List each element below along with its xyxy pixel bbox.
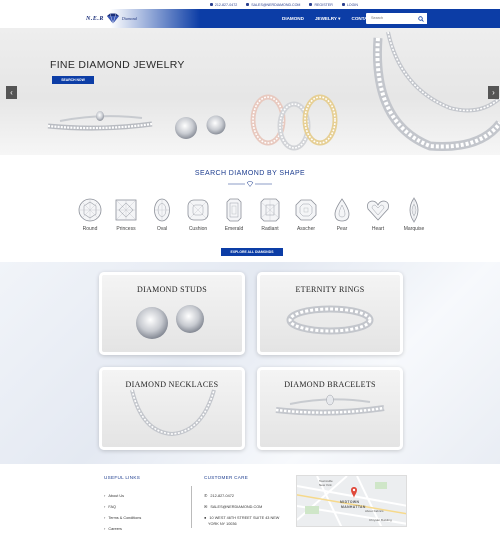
search-box[interactable]: Search	[366, 13, 427, 24]
footer-phone[interactable]: ✆ 212-827-0472	[204, 493, 234, 498]
footer-email[interactable]: ✉ SALES@NERDIAMOND.COM	[204, 504, 262, 509]
chevron-left-icon: ‹	[10, 88, 13, 97]
footer-link-terms[interactable]: › Terms & Conditions	[104, 515, 141, 520]
phone-icon: ✆	[204, 493, 208, 498]
shape-cushion[interactable]: Cushion	[178, 197, 218, 232]
search-button[interactable]	[414, 13, 427, 24]
oval-diamond-icon	[154, 198, 170, 222]
topbar-email[interactable]: SALES@NERDIAMOND.COM	[246, 3, 300, 7]
hero-jewelry-image	[47, 31, 500, 152]
studs-image	[136, 305, 204, 339]
chevron-right-icon: ›	[104, 515, 106, 520]
footer-link-careers[interactable]: › Careers	[104, 526, 122, 531]
necklace-image	[130, 389, 216, 437]
shape-round[interactable]: Round	[70, 197, 110, 232]
chevron-right-icon: ›	[104, 504, 106, 509]
site-header: N.E.R Diamond DIAMOND JEWELRY ▾ CONTACT …	[0, 9, 500, 28]
topbar-register[interactable]: REGISTER	[309, 3, 333, 7]
chevron-right-icon: ›	[104, 493, 106, 498]
shape-marquise[interactable]: Marquise	[394, 197, 434, 232]
collections-section: DIAMOND STUDS ETERNITY RINGS DIAMOND NEC…	[0, 262, 500, 464]
hero-banner: FINE DIAMOND JEWELRY SEARCH NOW ‹ ›	[0, 28, 500, 155]
customer-care-heading: CUSTOMER CARE	[204, 475, 249, 480]
location-map[interactable]: Townsville New York MIDTOWN MANHATTAN Ab…	[296, 475, 407, 527]
map-label: MANHATTAN	[341, 505, 366, 509]
diamond-divider-icon	[228, 181, 272, 187]
shapes-heading: SEARCH DIAMOND BY SHAPE	[194, 170, 306, 177]
map-label: MIDTOWN	[340, 500, 360, 504]
explore-all-diamonds-button[interactable]: EXPLORE ALL DIAMONDS	[221, 248, 283, 256]
hero-title: FINE DIAMOND JEWELRY	[50, 59, 185, 71]
nav-jewelry[interactable]: JEWELRY ▾	[315, 16, 341, 22]
shape-oval[interactable]: Oval	[142, 197, 182, 232]
shape-pear[interactable]: Pear	[322, 197, 362, 232]
footer-address-line2: YORK NY 10036	[208, 522, 237, 526]
pear-diamond-icon	[334, 198, 350, 222]
phone-icon	[209, 3, 213, 6]
shape-asscher[interactable]: Asscher	[286, 197, 326, 232]
site-logo[interactable]: N.E.R Diamond	[86, 10, 178, 27]
round-diamond-icon	[78, 198, 102, 222]
footer-divider	[191, 486, 192, 528]
useful-links-heading: USEFUL LINKS	[104, 475, 141, 480]
map-label: Chrysler Building	[369, 518, 392, 522]
nav-diamond[interactable]: DIAMOND	[282, 16, 304, 21]
topbar-login[interactable]: LOGIN	[341, 3, 358, 7]
carousel-next-button[interactable]: ›	[488, 86, 499, 99]
mail-icon	[246, 3, 250, 6]
chevron-right-icon: ›	[492, 88, 495, 97]
footer-link-about[interactable]: › About Us	[104, 493, 124, 498]
bracelet-image	[275, 394, 385, 416]
shape-radiant[interactable]: Radiant	[250, 197, 290, 232]
logo-text: N.E.R	[86, 15, 104, 22]
radiant-diamond-icon	[260, 198, 280, 222]
card-diamond-necklaces[interactable]: DIAMOND NECKLACES	[99, 367, 245, 450]
shape-princess[interactable]: Princess	[106, 197, 146, 232]
footer-address-line1: ● 10 WEST 46TH STREET SUITE 43 NEW	[204, 515, 280, 520]
location-pin-icon: ●	[204, 515, 207, 520]
card-eternity-rings[interactable]: ETERNITY RINGS	[257, 272, 403, 355]
map-label: New York	[319, 483, 332, 487]
card-diamond-bracelets[interactable]: DIAMOND BRACELETS	[257, 367, 403, 450]
shape-emerald[interactable]: Emerald	[214, 197, 254, 232]
cushion-diamond-icon	[187, 199, 209, 221]
user-icon	[309, 3, 313, 6]
search-icon	[417, 15, 424, 22]
chevron-right-icon: ›	[104, 526, 106, 531]
search-now-button[interactable]: SEARCH NOW	[52, 76, 94, 84]
heart-diamond-icon	[367, 200, 389, 221]
main-nav: DIAMOND JEWELRY ▾ CONTACT	[282, 9, 374, 28]
mail-icon: ✉	[204, 504, 208, 509]
emerald-diamond-icon	[226, 198, 242, 222]
map-label: About Fabrics	[365, 509, 384, 513]
utility-bar: 212-827-0472 SALES@NERDIAMOND.COM REGIST…	[0, 0, 500, 9]
footer-link-faq[interactable]: › FAQ	[104, 504, 116, 509]
topbar-phone[interactable]: 212-827-0472	[209, 3, 237, 7]
lock-icon	[341, 3, 345, 6]
marquise-diamond-icon	[409, 197, 419, 223]
eternity-ring-image	[286, 305, 374, 335]
shape-heart[interactable]: Heart	[358, 197, 398, 232]
diamond-logo-icon	[106, 13, 119, 24]
logo-subtext: Diamond	[121, 16, 137, 21]
carousel-prev-button[interactable]: ‹	[6, 86, 17, 99]
asscher-diamond-icon	[295, 199, 317, 221]
card-diamond-studs[interactable]: DIAMOND STUDS	[99, 272, 245, 355]
site-footer	[0, 464, 500, 534]
princess-diamond-icon	[115, 199, 137, 221]
search-input[interactable]: Search	[371, 16, 383, 20]
